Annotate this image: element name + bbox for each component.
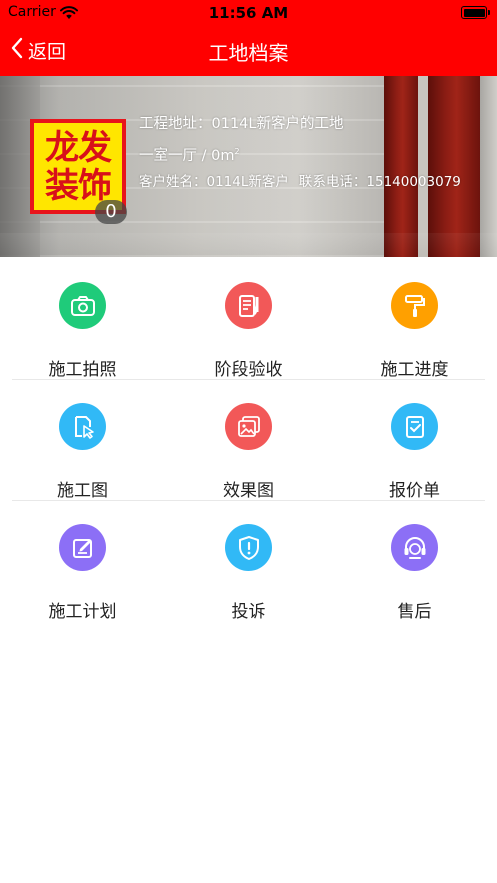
menu-item-construction-plan[interactable]: 施工计划 (0, 499, 165, 622)
banner-curtain-right (428, 76, 480, 257)
shield-alert-icon (225, 524, 272, 571)
menu-label: 施工拍照 (48, 360, 117, 380)
banner-wall-right (480, 76, 497, 257)
room-area-unit: 2 (234, 147, 240, 156)
site-banner: 龙发 装饰 0 工程地址：0114L新客户的工地 一室一厅 / 0m2 客户姓名… (0, 76, 497, 257)
paint-roller-icon (391, 282, 438, 329)
menu-label: 施工计划 (48, 602, 117, 622)
menu-item-construction-drawings[interactable]: 施工图 (0, 378, 165, 501)
company-logo-inner: 龙发 装饰 (34, 123, 122, 210)
menu-item-after-sales[interactable]: 售后 (332, 499, 497, 622)
headset-icon (391, 524, 438, 571)
grid-row-1: 施工拍照 阶段验收 施工进度 (0, 257, 497, 380)
banner-floor (0, 233, 497, 257)
back-button[interactable]: 返回 (10, 34, 66, 66)
grid-row-2: 施工图 效果图 报价单 (0, 378, 497, 501)
status-bar: Carrier 11:56 AM (0, 0, 497, 26)
menu-item-renderings[interactable]: 效果图 (166, 378, 331, 501)
room-layout: 一室一厅 / 0m (139, 148, 235, 164)
site-room-info: 一室一厅 / 0m2 (139, 144, 240, 165)
menu-label: 施工进度 (380, 360, 449, 380)
menu-label: 效果图 (223, 481, 274, 501)
menu-item-construction-progress[interactable]: 施工进度 (332, 257, 497, 380)
menu-label: 报价单 (389, 481, 440, 501)
back-label: 返回 (28, 40, 67, 63)
camera-icon (59, 282, 106, 329)
nav-bar: 返回 工地档案 (0, 26, 497, 76)
plan-edit-icon (59, 524, 106, 571)
menu-label: 施工图 (57, 481, 108, 501)
menu-item-construction-photos[interactable]: 施工拍照 (0, 257, 165, 380)
function-grid: 施工拍照 阶段验收 施工进度 施工图 效果图 报价单 施工计划 投诉 售后 (0, 257, 497, 622)
menu-label: 投诉 (231, 602, 266, 622)
menu-item-quotation[interactable]: 报价单 (332, 378, 497, 501)
chevron-left-icon (10, 36, 24, 64)
battery-tip (488, 10, 490, 15)
menu-label: 阶段验收 (214, 360, 283, 380)
menu-label: 售后 (397, 602, 432, 622)
blueprint-icon (59, 403, 106, 450)
banner-curtain-gap (418, 76, 428, 257)
grid-row-3: 施工计划 投诉 售后 (0, 499, 497, 622)
menu-item-complaint[interactable]: 投诉 (166, 499, 331, 622)
customer-info: 客户姓名：0114L新客户 联系电话：15140003079 (139, 170, 461, 190)
logo-line-1: 龙发 (45, 127, 112, 168)
document-edit-icon (225, 282, 272, 329)
customer-name: 客户姓名：0114L新客户 (139, 174, 289, 190)
gallery-icon (225, 403, 272, 450)
photo-count-badge: 0 (95, 200, 127, 224)
page-title: 工地档案 (208, 41, 289, 65)
status-time: 11:56 AM (208, 4, 289, 22)
menu-item-stage-acceptance[interactable]: 阶段验收 (166, 257, 331, 380)
logo-line-2: 装饰 (45, 165, 112, 206)
site-address: 工程地址：0114L新客户的工地 (139, 116, 344, 132)
customer-phone[interactable]: 联系电话：15140003079 (299, 174, 461, 190)
battery-icon (461, 6, 487, 19)
checklist-icon (391, 403, 438, 450)
banner-curtain-left (384, 76, 418, 257)
